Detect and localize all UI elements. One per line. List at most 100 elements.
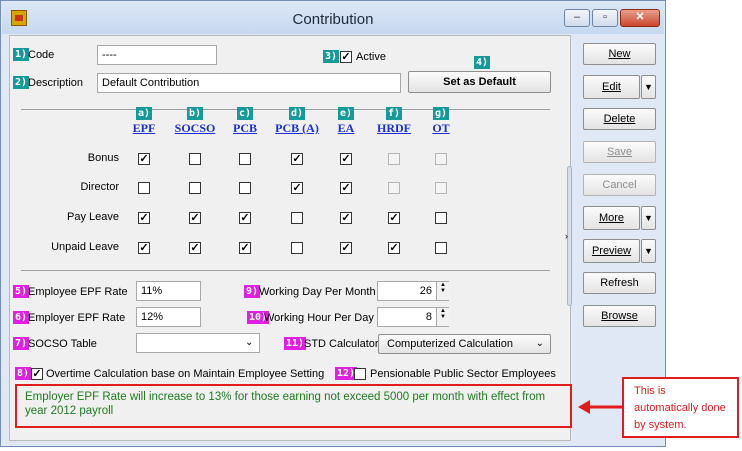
grid-checkbox[interactable]: ✓: [340, 212, 352, 224]
grid-checkbox[interactable]: [239, 153, 251, 165]
browse-button[interactable]: Browse: [583, 305, 656, 327]
refresh-button[interactable]: Refresh: [583, 272, 656, 294]
socso-table-select[interactable]: [136, 333, 260, 353]
badge-5: 5): [13, 285, 30, 298]
grid-checkbox[interactable]: [291, 212, 303, 224]
badge-8: 8): [15, 367, 32, 380]
grid-checkbox[interactable]: [239, 182, 251, 194]
notice-box: Employer EPF Rate will increase to 13% f…: [15, 384, 572, 428]
chevron-down-icon: ⌄: [535, 338, 544, 349]
overtime-checkbox[interactable]: ✓: [31, 368, 43, 380]
employee-epf-rate-input[interactable]: 11%: [136, 281, 201, 301]
cancel-button[interactable]: Cancel: [583, 174, 656, 196]
row-label: Unpaid Leave: [51, 241, 119, 253]
column-header-pcb[interactable]: PCB: [215, 121, 275, 136]
more-label: More: [598, 212, 625, 224]
preview-dropdown-caret-icon[interactable]: ▼: [641, 239, 656, 263]
chevron-down-icon: ⌄: [245, 337, 254, 348]
employer-epf-rate-input[interactable]: 12%: [136, 307, 201, 327]
column-badge: c): [237, 107, 254, 120]
badge-1: 1): [13, 48, 30, 61]
grid-checkbox[interactable]: ✓: [388, 242, 400, 254]
active-label: Active: [356, 51, 386, 63]
column-badge: e): [338, 107, 355, 120]
column-badge: f): [386, 107, 403, 120]
column-header-ot[interactable]: OT: [411, 121, 471, 136]
grid-checkbox: [435, 182, 447, 194]
code-input[interactable]: ----: [97, 45, 217, 65]
close-button[interactable]: ✕: [620, 9, 660, 27]
grid-checkbox[interactable]: ✓: [189, 212, 201, 224]
working-day-spinner[interactable]: ▲ ▼: [436, 282, 449, 300]
badge-11: 11): [284, 337, 307, 350]
edit-button[interactable]: Edit: [583, 75, 640, 99]
delete-button[interactable]: Delete: [583, 108, 656, 130]
title-bar: Contribution – ▫ ✕: [2, 2, 664, 34]
overtime-label: Overtime Calculation base on Maintain Em…: [46, 368, 325, 380]
working-day-label: Working Day Per Month: [259, 286, 376, 298]
save-label: Save: [606, 146, 633, 158]
column-badge: d): [289, 107, 306, 120]
grid-checkbox[interactable]: [138, 182, 150, 194]
description-label: Description: [28, 77, 84, 89]
grid-checkbox[interactable]: ✓: [239, 212, 251, 224]
grid-checkbox[interactable]: ✓: [340, 153, 352, 165]
preview-button[interactable]: Preview: [583, 239, 640, 263]
new-button[interactable]: New: [583, 43, 656, 65]
std-calculator-select[interactable]: Computerized Calculation ⌄: [378, 334, 551, 354]
preview-label: Preview: [591, 245, 632, 257]
browse-label: Browse: [601, 310, 638, 322]
delete-label: Delete: [603, 113, 636, 125]
column-badge: g): [433, 107, 450, 120]
contribution-window: Contribution – ▫ ✕ 1) Code ---- 3) ✓ Act…: [0, 0, 666, 447]
description-input[interactable]: Default Contribution: [97, 73, 401, 93]
badge-3: 3): [323, 50, 340, 63]
grid-checkbox[interactable]: ✓: [340, 242, 352, 254]
grid-checkbox[interactable]: [189, 182, 201, 194]
set-as-default-button[interactable]: Set as Default: [408, 71, 551, 93]
grid-checkbox[interactable]: [435, 242, 447, 254]
edit-dropdown-caret-icon[interactable]: ▼: [641, 75, 656, 99]
grid-checkbox[interactable]: ✓: [138, 212, 150, 224]
pensionable-checkbox[interactable]: [354, 368, 366, 380]
badge-7: 7): [13, 337, 30, 350]
badge-6: 6): [13, 311, 30, 324]
working-hour-label: Working Hour Per Day: [264, 312, 374, 324]
grid-checkbox[interactable]: ✓: [138, 153, 150, 165]
grid-checkbox[interactable]: ✓: [340, 182, 352, 194]
grid-checkbox[interactable]: [189, 153, 201, 165]
working-hour-spinner[interactable]: ▲ ▼: [436, 308, 449, 326]
grid-checkbox[interactable]: ✓: [291, 153, 303, 165]
grid-checkbox[interactable]: [291, 242, 303, 254]
grid-checkbox[interactable]: ✓: [388, 212, 400, 224]
badge-9: 9): [244, 285, 261, 298]
employer-epf-rate-label: Employer EPF Rate: [28, 312, 126, 324]
grid-checkbox: [435, 153, 447, 165]
more-dropdown-caret-icon[interactable]: ▼: [641, 206, 656, 230]
grid-checkbox: [388, 153, 400, 165]
minimize-button[interactable]: –: [564, 9, 590, 27]
edit-label: Edit: [602, 81, 621, 93]
active-checkbox[interactable]: ✓: [340, 51, 352, 63]
arrow-left-icon: [578, 400, 622, 414]
code-label: Code: [28, 49, 55, 61]
grid-checkbox[interactable]: [435, 212, 447, 224]
grid-checkbox[interactable]: ✓: [189, 242, 201, 254]
divider-top: [21, 109, 550, 110]
grid-checkbox[interactable]: ✓: [138, 242, 150, 254]
new-label: New: [608, 48, 631, 60]
save-button[interactable]: Save: [583, 141, 656, 163]
grid-checkbox[interactable]: ✓: [239, 242, 251, 254]
row-label: Director: [80, 181, 119, 193]
contribution-panel: [9, 35, 571, 441]
row-label: Bonus: [87, 152, 119, 164]
std-calculator-label: STD Calculator: [304, 338, 379, 350]
grid-checkbox: [388, 182, 400, 194]
cancel-label: Cancel: [602, 179, 637, 191]
annotation-callout: This is automatically done by system.: [622, 377, 739, 438]
maximize-button[interactable]: ▫: [592, 9, 618, 27]
grid-checkbox[interactable]: ✓: [291, 182, 303, 194]
column-badge: a): [136, 107, 153, 120]
more-button[interactable]: More: [583, 206, 640, 230]
divider-bottom: [21, 270, 550, 271]
